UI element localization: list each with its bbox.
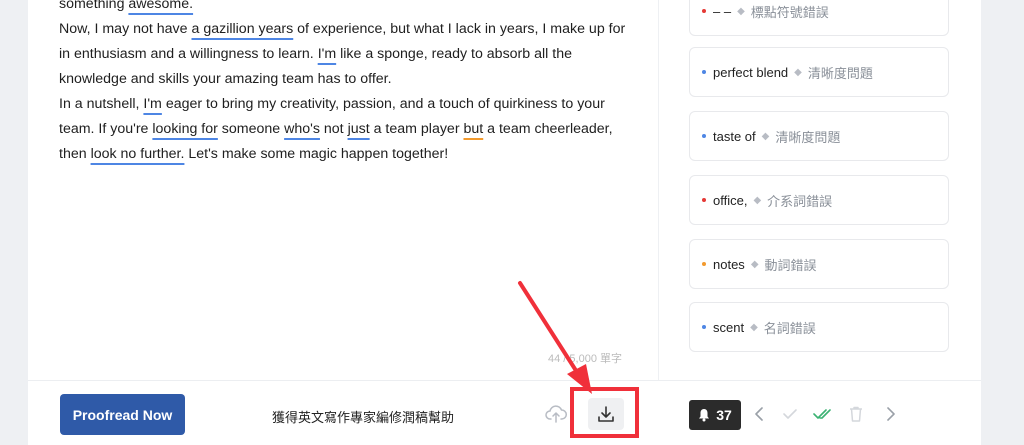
flagged-phrase[interactable]: but [463, 121, 483, 137]
suggestion-card[interactable]: office, ◆ 介系詞錯誤 [689, 175, 949, 225]
issue-count: 37 [716, 407, 732, 423]
editor-panel: something awesome. Now, I may not have a … [28, 0, 658, 380]
annotation-highlight-box [570, 387, 639, 438]
suggestion-category: 清晰度問題 [807, 65, 873, 81]
text-segment: Let's make some magic happen together! [184, 146, 449, 162]
suggestion-card[interactable]: notes ◆ 動詞錯誤 [689, 239, 949, 289]
upload-button[interactable] [538, 398, 574, 430]
suggestion-card[interactable]: perfect blend ◆ 清晰度問題 [689, 47, 949, 97]
separator-icon: ◆ [750, 258, 759, 270]
suggestion-word: – – [713, 3, 732, 19]
bell-icon [699, 409, 710, 422]
accept-button[interactable] [779, 403, 801, 425]
text-segment: Now, I may not have [59, 21, 192, 37]
suggestion-category: 名詞錯誤 [763, 320, 816, 336]
text-segment: something [59, 0, 129, 12]
suggestion-category: 介系詞錯誤 [767, 193, 833, 209]
expert-help-link[interactable]: 獲得英文寫作專家編修潤稿幫助 [272, 407, 454, 426]
separator-icon: ◆ [794, 66, 802, 78]
editor-text[interactable]: something awesome. Now, I may not have a … [59, 0, 629, 167]
severity-dot [702, 262, 706, 266]
previous-button[interactable] [748, 403, 770, 425]
delete-button[interactable] [845, 403, 867, 425]
flagged-phrase[interactable]: awesome. [128, 0, 193, 12]
flagged-phrase[interactable]: I'm [143, 96, 161, 112]
suggestion-word: office, [713, 192, 748, 208]
severity-dot [702, 134, 706, 138]
separator-icon: ◆ [737, 5, 745, 17]
text-segment: In a nutshell, [59, 96, 144, 112]
flagged-phrase[interactable]: who's [284, 121, 320, 137]
cloud-upload-icon [545, 405, 567, 423]
chevron-left-icon [755, 407, 763, 421]
editor-paragraph: something awesome. [59, 0, 629, 17]
suggestion-word: perfect blend [713, 64, 789, 80]
next-button[interactable] [880, 403, 902, 425]
flagged-phrase[interactable]: looking for [152, 121, 217, 137]
flagged-phrase[interactable]: look no further. [91, 146, 185, 162]
editor-paragraph: In a nutshell, I'm eager to bring my cre… [59, 92, 629, 167]
text-segment: not [319, 121, 348, 137]
text-segment: someone [217, 121, 285, 137]
flagged-phrase[interactable]: a gazillion years [191, 21, 293, 37]
suggestion-category: 標點符號錯誤 [750, 4, 829, 20]
accept-all-button[interactable] [812, 403, 834, 425]
issue-count-badge[interactable]: 37 [689, 400, 741, 430]
separator-icon: ◆ [761, 130, 770, 142]
suggestion-word: taste of [713, 128, 756, 144]
suggestion-category: 清晰度問題 [775, 129, 841, 145]
suggestions-panel: – – ◆ 標點符號錯誤 perfect blend ◆ 清晰度問題 taste of ◆ 清晰… [659, 0, 981, 380]
word-count: 44 / 5,000 單字 [548, 353, 622, 365]
severity-dot [702, 70, 706, 74]
suggestion-category: 動詞錯誤 [764, 257, 817, 273]
separator-icon: ◆ [753, 194, 762, 206]
editor-paragraph: Now, I may not have a gazillion years of… [59, 17, 629, 92]
bottom-toolbar: Proofread Now 獲得英文寫作專家編修潤稿幫助 37 [28, 380, 981, 445]
severity-dot [702, 325, 706, 329]
suggestion-card[interactable]: – – ◆ 標點符號錯誤 [689, 0, 949, 36]
flagged-phrase[interactable]: I'm [318, 46, 336, 62]
proofread-now-button[interactable]: Proofread Now [60, 394, 185, 435]
suggestion-word: notes [713, 256, 745, 272]
trash-icon [850, 406, 862, 422]
text-segment: a team player [369, 121, 464, 137]
chevron-right-icon [887, 407, 895, 421]
check-icon [783, 409, 797, 419]
suggestion-card[interactable]: taste of ◆ 清晰度問題 [689, 111, 949, 161]
separator-icon: ◆ [750, 321, 758, 333]
flagged-phrase[interactable]: just [348, 121, 370, 137]
suggestion-card[interactable]: scent ◆ 名詞錯誤 [689, 302, 949, 352]
severity-dot [702, 198, 706, 202]
suggestion-word: scent [713, 319, 745, 335]
double-check-icon [813, 409, 831, 419]
severity-dot [702, 9, 706, 13]
